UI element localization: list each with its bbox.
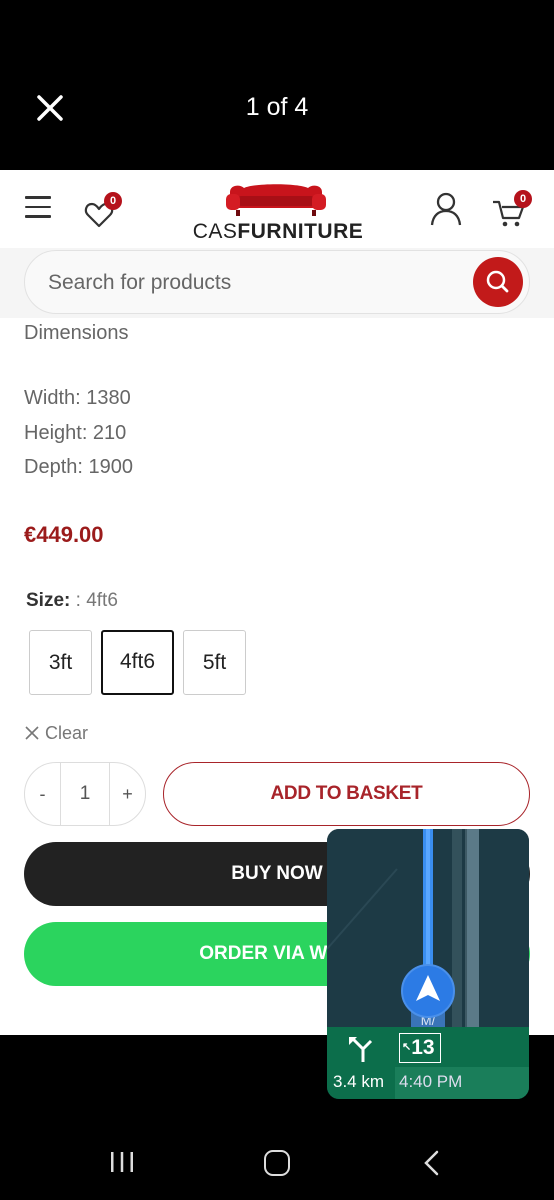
quantity-stepper: - 1 + [24,762,146,826]
search-button[interactable] [473,257,523,307]
home-icon[interactable] [264,1150,290,1176]
system-navigation-bar [0,1120,554,1200]
size-option-5ft[interactable]: 5ft [183,630,246,695]
search-icon [486,270,509,293]
size-label: Size: : 4ft6 [26,590,118,611]
navigation-arrival-time: 4:40 PM [399,1072,463,1091]
turn-left-icon [349,1037,373,1062]
cart-button[interactable]: 0 [492,190,536,228]
exit-number-sign: ↖13 [399,1033,441,1063]
site-logo[interactable]: CASFURNITURE [192,178,364,243]
image-counter: 1 of 4 [245,93,309,121]
dimension-width: Width: 1380 [24,387,131,409]
wishlist-button[interactable]: 0 [84,192,124,228]
back-icon[interactable] [420,1150,442,1176]
user-icon [430,192,462,226]
clear-selection-link[interactable]: Clear [24,723,88,744]
dimension-height: Height: 210 [24,422,127,444]
navigation-map: M/ [327,829,529,1027]
quantity-input[interactable]: 1 [61,763,109,825]
search-placeholder: Search for products [48,271,232,294]
cart-count-badge: 0 [514,190,532,208]
site-header: 0 CASFURNITURE 0 [0,170,554,248]
dimension-depth: Depth: 1900 [24,456,133,478]
product-price: €449.00 [24,522,104,547]
navigation-overlay[interactable]: M/ ↖13 3.4 km 4:40 PM [327,829,529,1099]
quantity-decrease-button[interactable]: - [25,763,61,825]
size-option-4ft6[interactable]: 4ft6 [101,630,174,695]
search-input[interactable]: Search for products [24,250,530,314]
logo-text: CASFURNITURE [192,220,364,243]
quantity-increase-button[interactable]: + [109,763,145,825]
dimensions-heading: Dimensions [24,322,129,344]
wishlist-count-badge: 0 [104,192,122,210]
menu-icon[interactable] [25,196,51,218]
size-option-3ft[interactable]: 3ft [29,630,92,695]
navigation-info-panel: ↖13 3.4 km 4:40 PM [327,1027,529,1099]
close-icon [25,726,39,740]
sofa-logo-icon [226,184,326,216]
navigation-distance: 3.4 km [333,1072,385,1091]
account-button[interactable] [430,192,462,226]
image-viewer-bar: 1 of 4 [0,0,554,165]
recent-apps-icon[interactable] [110,1152,134,1172]
search-bar-area: Search for products [0,248,554,318]
add-to-basket-button[interactable]: ADD TO BASKET [163,762,530,826]
